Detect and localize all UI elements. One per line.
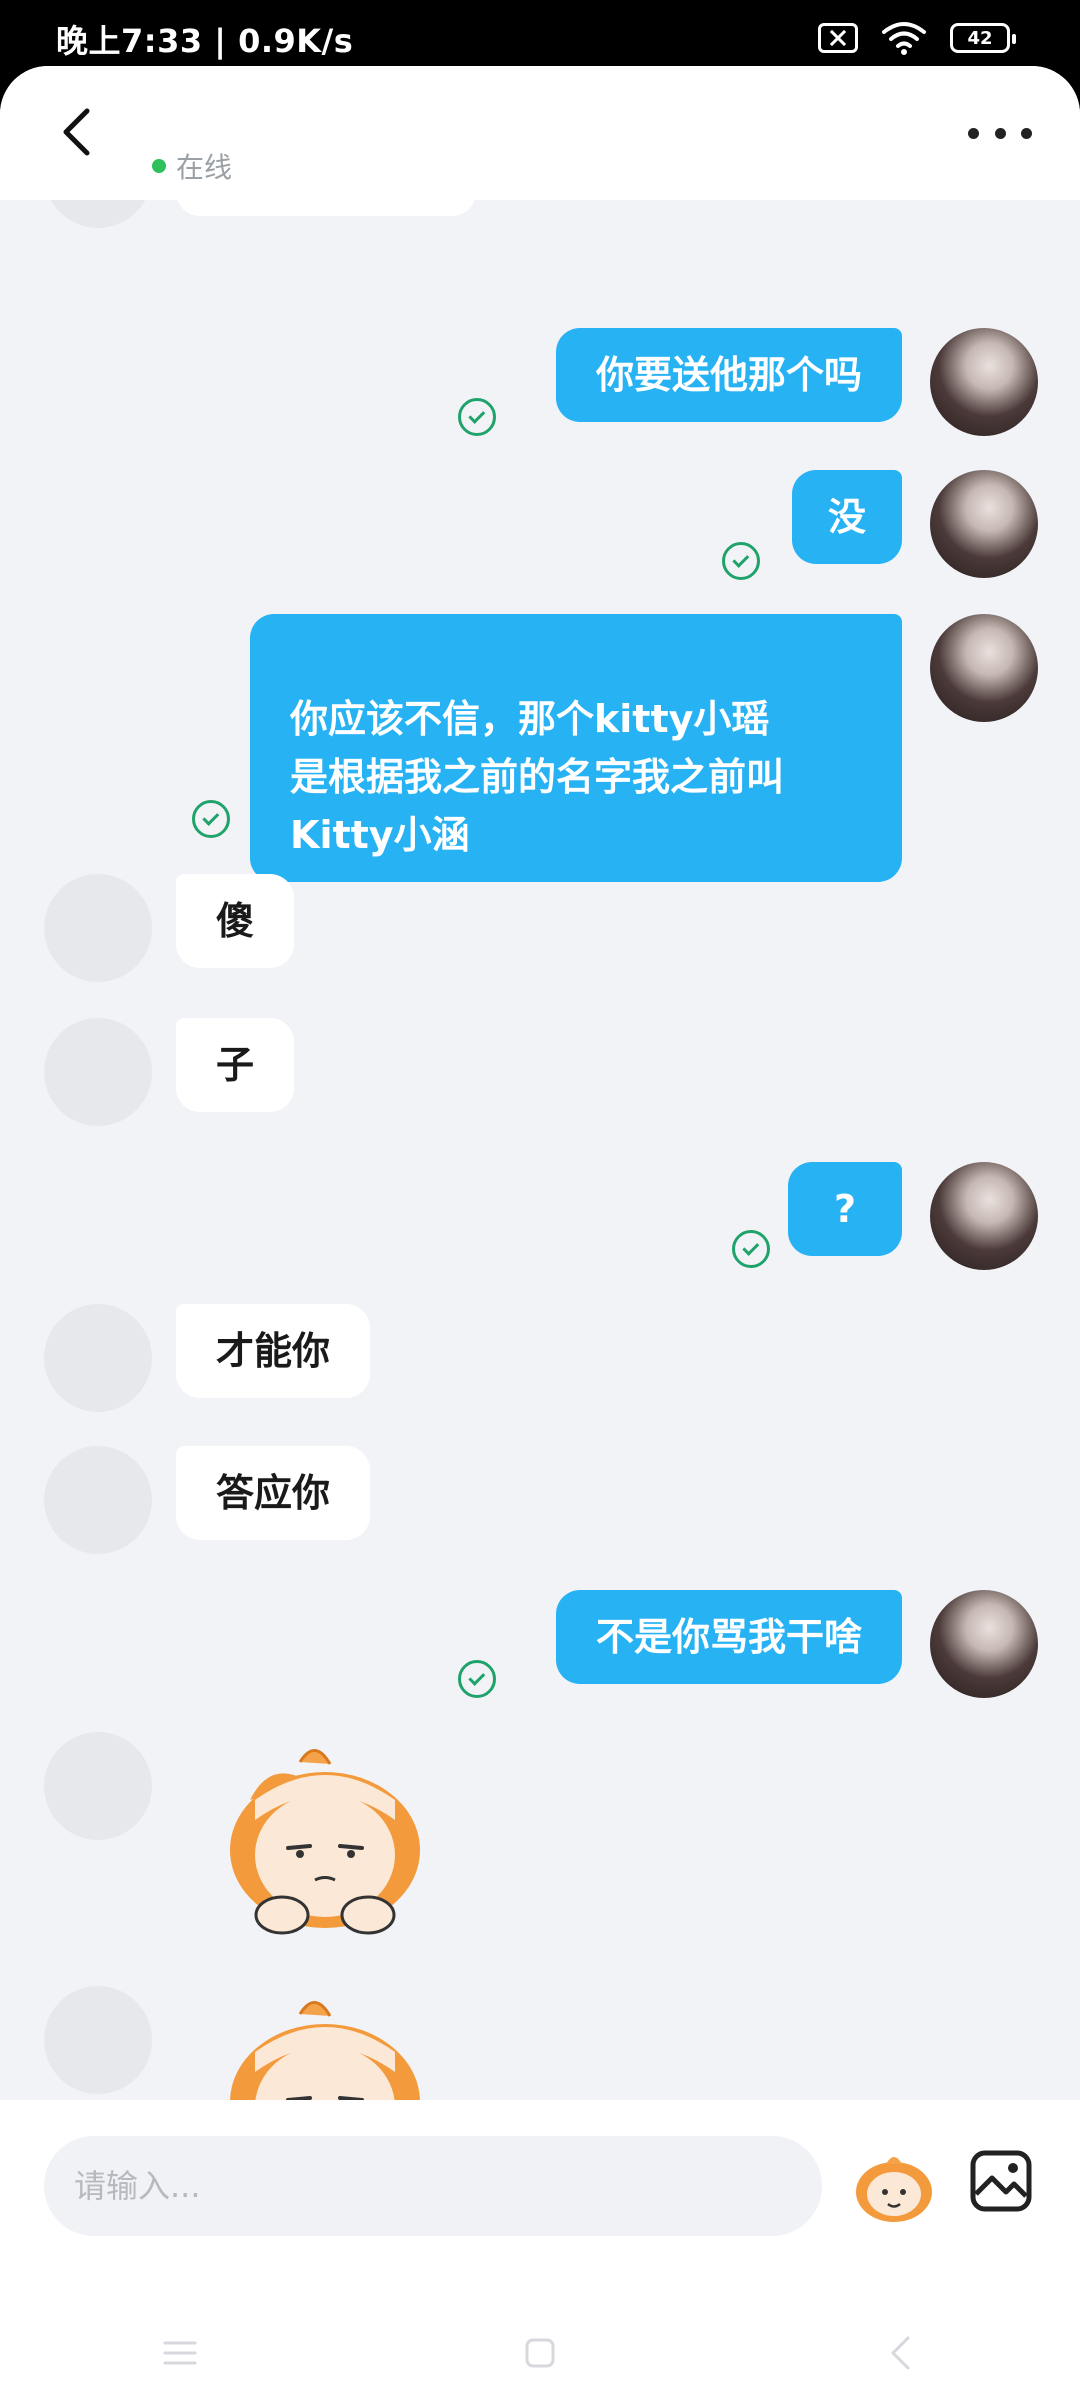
status-bar: 晚上7:33 | 0.9K/s 42 [0, 0, 1080, 72]
menu-nav-button[interactable] [160, 2333, 200, 2373]
online-status: 在线 [152, 146, 232, 186]
bored-girl-sticker-icon[interactable] [210, 1992, 440, 2100]
message-input[interactable] [44, 2136, 822, 2236]
peer-avatar[interactable] [44, 1018, 152, 1126]
chevron-left-icon [63, 108, 90, 156]
my-avatar[interactable] [930, 1590, 1038, 1698]
message-input-bar [0, 2100, 1080, 2400]
dot-icon [968, 127, 979, 139]
message-list[interactable]: 你要送他那个吗 没 你应该不信，那个kitty小瑶 是根据我之前的名字我之前叫 … [0, 200, 1080, 2100]
dot-icon [1021, 127, 1032, 139]
read-check-icon [732, 1230, 770, 1268]
image-picker-icon[interactable] [968, 2148, 1034, 2214]
my-message-bubble[interactable]: 你要送他那个吗 [555, 328, 902, 422]
status-time: 晚上7:33 | 0.9K/s [56, 22, 354, 60]
nav-back-icon [891, 2336, 910, 2370]
peer-avatar[interactable] [44, 1446, 152, 1554]
back-button[interactable] [48, 104, 104, 160]
peer-message-bubble[interactable]: 答应你 [176, 1446, 371, 1540]
bored-girl-sticker-icon[interactable] [210, 1740, 440, 1940]
status-icons: 42 [818, 20, 1016, 56]
message-text: 没 [827, 495, 866, 539]
peer-message-bubble[interactable]: 傻 [176, 874, 295, 968]
message-text: 不是你骂我干啥 [595, 1615, 862, 1659]
online-status-label: 在线 [176, 151, 233, 184]
message-text: ? [833, 1187, 856, 1231]
system-nav-bar [0, 2306, 1080, 2400]
message-text: 子 [216, 1043, 255, 1087]
no-sim-icon [818, 23, 858, 53]
more-options-button[interactable] [968, 118, 1032, 148]
peer-avatar[interactable] [44, 1304, 152, 1412]
menu-icon [163, 2341, 197, 2365]
peer-avatar[interactable] [44, 1732, 152, 1840]
my-avatar[interactable] [930, 328, 1038, 436]
message-text: 你应该不信，那个kitty小瑶 是根据我之前的名字我之前叫 Kitty小涵 [290, 697, 785, 857]
battery-icon: 42 [950, 23, 1016, 53]
dot-icon [994, 127, 1006, 139]
my-message-bubble[interactable]: 不是你骂我干啥 [555, 1590, 902, 1684]
my-message-bubble[interactable]: 没 [791, 470, 902, 564]
my-avatar[interactable] [930, 1162, 1038, 1270]
read-check-icon [458, 1660, 496, 1698]
my-message-bubble[interactable]: ? [787, 1162, 902, 1256]
peer-avatar[interactable] [44, 200, 152, 228]
peer-message-bubble[interactable]: 才能你 [176, 1304, 371, 1398]
my-message-bubble[interactable]: 你应该不信，那个kitty小瑶 是根据我之前的名字我之前叫 Kitty小涵 [250, 614, 902, 882]
message-text: 答应你 [216, 1471, 331, 1515]
online-dot-icon [152, 159, 166, 173]
back-nav-button[interactable] [880, 2333, 920, 2373]
read-check-icon [458, 398, 496, 436]
read-check-icon [192, 800, 230, 838]
message-text: 你要送他那个吗 [595, 353, 862, 397]
peer-message-bubble[interactable]: 子 [176, 1018, 295, 1112]
wifi-icon [882, 22, 926, 55]
home-square-icon [525, 2338, 555, 2368]
my-avatar[interactable] [930, 470, 1038, 578]
message-text: 才能你 [216, 1329, 331, 1373]
read-check-icon [722, 542, 760, 580]
sticker-button-icon[interactable] [852, 2146, 936, 2226]
peer-avatar[interactable] [44, 1986, 152, 2094]
chat-header: 在线 [0, 66, 1080, 200]
peer-message-bubble-partial [176, 200, 476, 216]
peer-avatar[interactable] [44, 874, 152, 982]
home-nav-button[interactable] [520, 2333, 560, 2373]
chat-screen: 在线 你要送他那个吗 没 你应该不信，那个kitty小瑶 是根据我之前的名字我之… [0, 66, 1080, 2400]
battery-level: 42 [967, 27, 993, 49]
message-text: 傻 [216, 899, 255, 943]
my-avatar[interactable] [930, 614, 1038, 722]
